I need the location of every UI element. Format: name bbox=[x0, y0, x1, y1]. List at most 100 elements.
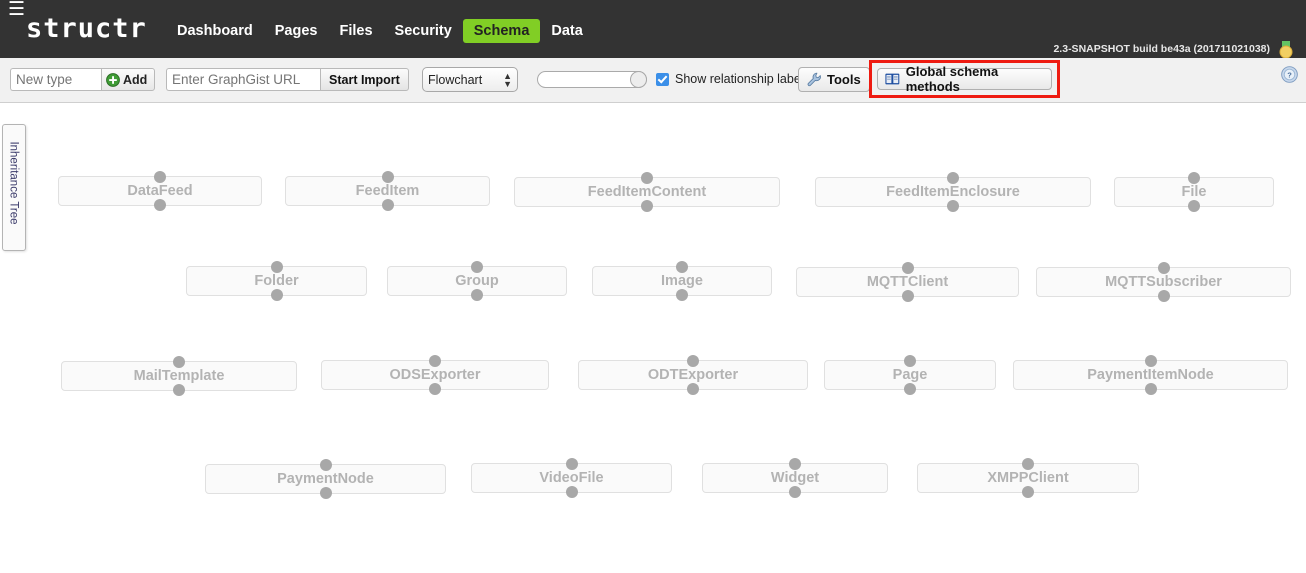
node-connector-bottom[interactable] bbox=[1144, 383, 1157, 395]
node-connector-bottom[interactable] bbox=[154, 199, 166, 211]
hamburger-menu-icon[interactable]: ☰ bbox=[0, 0, 1306, 20]
wrench-icon bbox=[807, 72, 821, 87]
node-connector-bottom[interactable] bbox=[270, 289, 283, 301]
schema-node[interactable]: File bbox=[1114, 172, 1274, 212]
schema-node-label: ODTExporter bbox=[647, 367, 739, 383]
schema-node-label: FeedItemContent bbox=[587, 184, 707, 200]
nav-item-schema[interactable]: Schema bbox=[462, 19, 541, 43]
nav-item-security[interactable]: Security bbox=[384, 19, 463, 43]
node-connector-bottom[interactable] bbox=[947, 200, 959, 212]
schema-node-label: PaymentItemNode bbox=[1087, 367, 1214, 383]
schema-node[interactable]: ODTExporter bbox=[578, 355, 808, 395]
tools-button-label: Tools bbox=[827, 72, 861, 87]
node-connector-top[interactable] bbox=[1188, 172, 1200, 184]
schema-node[interactable]: MQTTSubscriber bbox=[1036, 262, 1291, 302]
node-connector-bottom[interactable] bbox=[565, 486, 578, 498]
node-connector-top[interactable] bbox=[676, 261, 688, 273]
schema-node[interactable]: FeedItemContent bbox=[514, 172, 780, 212]
schema-node[interactable]: MailTemplate bbox=[61, 356, 297, 396]
node-connector-top[interactable] bbox=[947, 172, 959, 184]
layout-select[interactable]: Flowchart ▲ ▼ bbox=[422, 67, 518, 92]
node-connector-top[interactable] bbox=[789, 458, 801, 470]
node-connector-top[interactable] bbox=[173, 356, 185, 368]
top-navigation-bar: structr Dashboard Pages Files Security Schem… bbox=[0, 0, 1306, 59]
schema-node-label: ODSExporter bbox=[389, 367, 481, 383]
add-type-button[interactable]: Add bbox=[101, 68, 156, 91]
node-connector-top[interactable] bbox=[270, 261, 283, 273]
schema-node[interactable]: Widget bbox=[702, 458, 888, 498]
node-connector-top[interactable] bbox=[641, 172, 653, 184]
node-connector-bottom[interactable] bbox=[319, 487, 332, 499]
node-connector-bottom[interactable] bbox=[789, 486, 801, 498]
schema-node[interactable]: FeedItem bbox=[285, 171, 490, 211]
schema-node[interactable]: VideoFile bbox=[471, 458, 672, 498]
medal-icon bbox=[1279, 41, 1293, 59]
new-type-input[interactable] bbox=[10, 68, 102, 91]
node-connector-top[interactable] bbox=[687, 355, 699, 367]
node-connector-top[interactable] bbox=[429, 355, 441, 367]
node-connector-bottom[interactable] bbox=[641, 200, 653, 212]
schema-node-label: VideoFile bbox=[539, 470, 604, 486]
node-connector-bottom[interactable] bbox=[687, 383, 699, 395]
node-connector-top[interactable] bbox=[319, 459, 332, 471]
node-connector-bottom[interactable] bbox=[429, 383, 441, 395]
zoom-slider-handle[interactable] bbox=[630, 71, 647, 88]
node-connector-bottom[interactable] bbox=[1022, 486, 1034, 498]
global-schema-methods-button[interactable]: Global schema methods bbox=[877, 64, 1052, 94]
show-relationship-labels-label: Show relationship labels bbox=[675, 72, 810, 86]
schema-node-label: DataFeed bbox=[127, 183, 193, 199]
start-import-button-label: Start Import bbox=[329, 72, 400, 87]
schema-node-label: Image bbox=[661, 273, 703, 289]
node-connector-bottom[interactable] bbox=[1157, 290, 1170, 302]
zoom-slider[interactable] bbox=[537, 71, 647, 88]
node-connector-top[interactable] bbox=[901, 262, 914, 274]
show-relationship-labels-row: Show relationship labels bbox=[656, 72, 810, 86]
node-connector-bottom[interactable] bbox=[381, 199, 394, 211]
nav-item-files[interactable]: Files bbox=[328, 19, 383, 43]
svg-text:?: ? bbox=[1287, 71, 1292, 80]
schema-node-label: File bbox=[1181, 184, 1207, 200]
node-connector-bottom[interactable] bbox=[1188, 200, 1200, 212]
node-connector-top[interactable] bbox=[1022, 458, 1034, 470]
nav-item-data[interactable]: Data bbox=[540, 19, 593, 43]
schema-node-label: MQTTClient bbox=[866, 274, 949, 290]
add-type-button-label: Add bbox=[123, 72, 148, 87]
node-connector-bottom[interactable] bbox=[904, 383, 916, 395]
node-connector-bottom[interactable] bbox=[173, 384, 185, 396]
schema-node[interactable]: PaymentNode bbox=[205, 459, 446, 499]
nav-item-dashboard[interactable]: Dashboard bbox=[166, 19, 264, 43]
nav-item-pages[interactable]: Pages bbox=[264, 19, 329, 43]
layout-select-value: Flowchart bbox=[428, 72, 483, 87]
schema-node[interactable]: Image bbox=[592, 261, 772, 301]
node-connector-top[interactable] bbox=[154, 171, 166, 183]
schema-node[interactable]: XMPPClient bbox=[917, 458, 1139, 498]
node-connector-top[interactable] bbox=[904, 355, 916, 367]
node-connector-bottom[interactable] bbox=[471, 289, 483, 301]
schema-node[interactable]: DataFeed bbox=[58, 171, 262, 211]
start-import-button[interactable]: Start Import bbox=[320, 68, 409, 91]
node-connector-top[interactable] bbox=[471, 261, 483, 273]
schema-canvas[interactable]: Inheritance Tree DataFeed FeedItem FeedIte… bbox=[0, 103, 1306, 573]
graphgist-url-input[interactable] bbox=[166, 68, 321, 91]
schema-node[interactable]: MQTTClient bbox=[796, 262, 1019, 302]
schema-node[interactable]: Folder bbox=[186, 261, 367, 301]
node-connector-bottom[interactable] bbox=[901, 290, 914, 302]
node-connector-top[interactable] bbox=[1144, 355, 1157, 367]
schema-node[interactable]: PaymentItemNode bbox=[1013, 355, 1288, 395]
node-connector-top[interactable] bbox=[381, 171, 394, 183]
schema-node[interactable]: FeedItemEnclosure bbox=[815, 172, 1091, 212]
schema-node-label: XMPPClient bbox=[987, 470, 1069, 486]
node-connector-top[interactable] bbox=[1157, 262, 1170, 274]
schema-node-label: PaymentNode bbox=[277, 471, 374, 487]
node-connector-bottom[interactable] bbox=[676, 289, 688, 301]
help-circle-icon[interactable]: ? bbox=[1281, 66, 1298, 83]
app-logo[interactable]: structr bbox=[26, 13, 147, 44]
schema-node[interactable]: Page bbox=[824, 355, 996, 395]
schema-node[interactable]: ODSExporter bbox=[321, 355, 549, 395]
schema-node[interactable]: Group bbox=[387, 261, 567, 301]
schema-node-label: Widget bbox=[770, 470, 820, 486]
inheritance-tree-tab[interactable]: Inheritance Tree bbox=[2, 124, 26, 251]
tools-button[interactable]: Tools bbox=[798, 67, 870, 92]
node-connector-top[interactable] bbox=[565, 458, 578, 470]
show-relationship-labels-checkbox[interactable] bbox=[656, 72, 669, 86]
